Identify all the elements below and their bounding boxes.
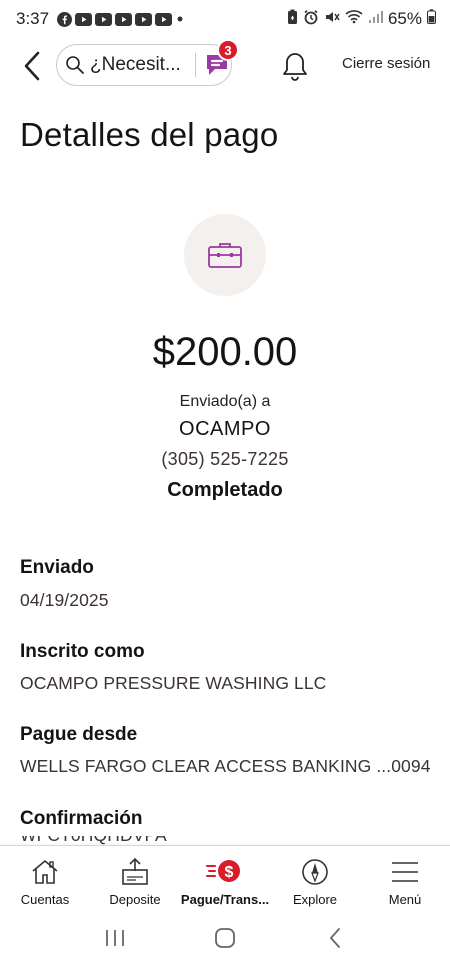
detail-value-enrolled-as: OCAMPO PRESSURE WASHING LLC (20, 673, 327, 693)
detail-label-confirmation: Confirmación (20, 808, 143, 829)
deposit-icon (122, 858, 148, 885)
nav-item-deposit[interactable]: Deposite (90, 846, 180, 910)
detail-label-enrolled-as: Inscrito como (20, 641, 145, 662)
menu-icon (392, 862, 418, 882)
back-button[interactable] (14, 48, 50, 84)
nav-item-accounts[interactable]: Cuentas (0, 846, 90, 910)
recent-apps-button[interactable] (95, 918, 135, 958)
signal-icon (368, 9, 383, 29)
payment-status: Completado (167, 479, 283, 501)
notifications-button[interactable] (281, 50, 309, 82)
recent-apps-icon (106, 929, 124, 946)
status-right: 65% (287, 9, 436, 30)
home-button[interactable] (205, 918, 245, 958)
system-back-button[interactable] (315, 918, 355, 958)
compass-icon (302, 859, 328, 885)
recipient-name: OCAMPO (179, 418, 271, 440)
nav-label-deposit: Deposite (109, 892, 161, 907)
alarm-icon (303, 9, 319, 30)
detail-label-pay-from: Pague desde (20, 724, 138, 745)
detail-value-sent: 04/19/2025 (20, 590, 109, 610)
lock-battery-icon (287, 9, 298, 30)
payment-icon-circle (184, 214, 266, 296)
youtube-icon (115, 12, 133, 26)
pay-transfer-icon: $ (206, 860, 240, 882)
logout-link[interactable]: Cierre sesión (342, 55, 430, 72)
system-nav-bar (0, 910, 450, 965)
nav-item-explore[interactable]: Explore (270, 846, 360, 910)
mute-icon (324, 9, 340, 30)
status-time: 3:37 (16, 9, 50, 28)
search-input[interactable]: ¿Necesit... 3 (56, 39, 239, 86)
battery-icon (427, 9, 436, 29)
chevron-left-icon (24, 51, 40, 81)
facebook-icon (57, 11, 73, 27)
nav-label-explore: Explore (292, 892, 338, 907)
nav-label-accounts: Cuentas (20, 892, 70, 907)
detail-value-pay-from: WELLS FARGO CLEAR ACCESS BANKING ...0094 (20, 756, 431, 776)
house-icon (32, 860, 58, 884)
bell-icon (283, 53, 307, 81)
svg-text:$: $ (225, 864, 234, 881)
more-notifications-dot-icon (175, 14, 185, 24)
assistant-notification-badge: 3 (217, 39, 239, 61)
status-left: 3:37 (16, 9, 185, 29)
nav-item-pay-transfer[interactable]: $ Pague/Trans... (180, 846, 270, 910)
nav-label-pay-transfer: Pague/Trans... (180, 892, 270, 907)
search-placeholder: ¿Necesit... (90, 54, 181, 75)
detail-label-sent: Enviado (20, 557, 94, 578)
nav-label-menu: Menú (388, 892, 422, 907)
youtube-icon (75, 12, 93, 26)
wifi-icon (345, 9, 363, 29)
app-header: ¿Necesit... 3 Cierre sesión (0, 38, 450, 94)
sent-to-label: Enviado(a) a (179, 393, 271, 410)
back-icon (329, 927, 340, 948)
nav-item-menu[interactable]: Menú (360, 846, 450, 910)
bottom-nav: Cuentas Deposite $ Pague/Trans... Explor… (0, 845, 450, 910)
payment-amount: $200.00 (152, 330, 298, 374)
recipient-phone: (305) 525-7225 (161, 449, 289, 469)
briefcase-icon (208, 243, 242, 268)
youtube-icon (155, 12, 173, 26)
status-bar: 3:37 65% (0, 0, 450, 38)
search-icon (66, 56, 84, 74)
page-title: Detalles del pago (20, 116, 279, 153)
battery-percent: 65% (387, 9, 422, 28)
search-divider (195, 53, 196, 77)
youtube-icon (95, 12, 113, 26)
youtube-icon (135, 12, 153, 26)
home-icon (215, 927, 235, 948)
